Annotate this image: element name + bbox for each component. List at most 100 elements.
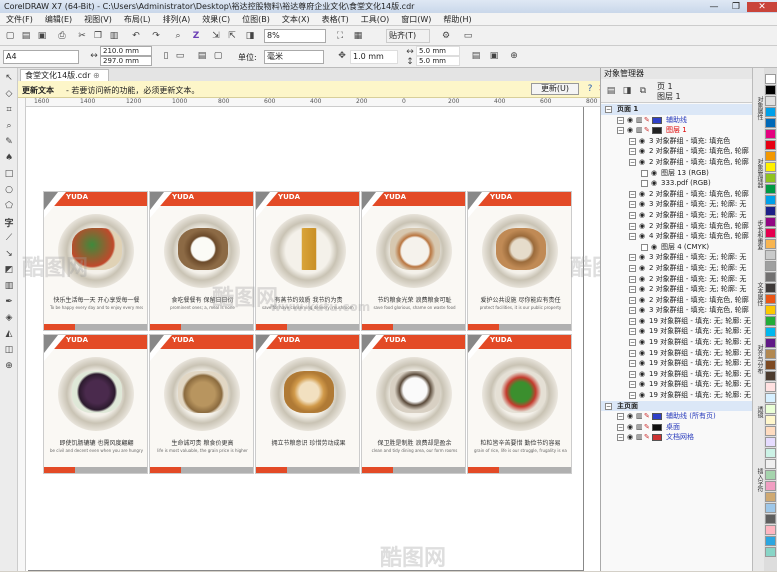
docker-tab[interactable]: 透镜 <box>754 406 764 418</box>
parallel-dimension-icon[interactable]: ⟋ <box>3 232 15 244</box>
expand-toggle-icon[interactable] <box>641 180 648 188</box>
palette-swatch[interactable] <box>765 283 776 293</box>
menu-item[interactable]: 文本(X) <box>276 14 316 25</box>
visibility-eye-icon[interactable]: ◉ <box>639 359 646 367</box>
expand-toggle-icon[interactable]: − <box>605 106 612 113</box>
print-icon[interactable]: ▥ <box>636 412 643 420</box>
zoom-tool-icon[interactable]: ⌕ <box>3 120 15 132</box>
tree-item[interactable]: − ◉ ▥ ✎ 桌面 <box>601 422 753 433</box>
menu-item[interactable]: 排列(A) <box>157 14 197 25</box>
palette-swatch[interactable] <box>765 162 776 172</box>
visibility-eye-icon[interactable]: ◉ <box>627 412 634 420</box>
expand-toggle-icon[interactable] <box>641 169 648 177</box>
menu-item[interactable]: 文件(F) <box>0 14 39 25</box>
add-tool-icon[interactable]: ⊕ <box>3 360 15 372</box>
tree-item[interactable]: − ◉ 3 对象群组 - 填充: 填充色 <box>601 136 753 147</box>
horizontal-ruler[interactable]: 1600 1400 1200 1000 800 600 400 200 0 200 400 600 80… <box>26 98 600 107</box>
expand-toggle-icon[interactable]: − <box>617 434 624 442</box>
tree-item[interactable]: − ◉ 19 对象群组 - 填充: 无; 轮廓: 无 <box>601 379 753 390</box>
palette-swatch[interactable] <box>765 437 776 447</box>
import-icon[interactable]: ⇲ <box>210 30 222 42</box>
expand-toggle-icon[interactable]: − <box>629 349 636 357</box>
palette-swatch[interactable] <box>765 536 776 546</box>
visibility-eye-icon[interactable]: ◉ <box>639 137 646 145</box>
palette-swatch[interactable] <box>765 96 776 106</box>
drawing-canvas[interactable]: YUDA 快乐生活每一天 开心享受每一餐 To be happy every day… <box>26 107 600 571</box>
tree-item[interactable]: − ◉ 19 对象群组 - 填充: 无; 轮廓: 无 <box>601 369 753 380</box>
export-icon[interactable]: ⇱ <box>226 30 238 42</box>
tree-page-node[interactable]: − 主页面 <box>601 400 753 412</box>
tree-item[interactable]: − ◉ 19 对象群组 - 填充: 无; 轮廓: 无 <box>601 337 753 348</box>
expand-toggle-icon[interactable]: − <box>605 402 612 410</box>
palette-swatch[interactable] <box>765 492 776 502</box>
visibility-eye-icon[interactable]: ◉ <box>639 306 646 314</box>
palette-swatch[interactable] <box>765 184 776 194</box>
palette-swatch[interactable] <box>765 393 776 403</box>
landscape-icon[interactable]: ▭ <box>174 50 186 62</box>
expand-toggle-icon[interactable]: − <box>629 370 636 378</box>
poster-card[interactable]: YUDA 保卫胜是制胜 浪费却是盈余 clean and tidy dining a… <box>361 334 466 474</box>
visibility-eye-icon[interactable]: ◉ <box>651 179 658 187</box>
eyedropper-icon[interactable]: ✒ <box>3 296 15 308</box>
visibility-eye-icon[interactable]: ◉ <box>639 200 646 208</box>
visibility-eye-icon[interactable]: ◉ <box>627 433 634 441</box>
portrait-icon[interactable]: ▯ <box>160 50 172 62</box>
docker-tab[interactable]: 插入字符 <box>754 468 764 492</box>
paste-icon[interactable]: ▥ <box>108 30 120 42</box>
palette-swatch[interactable] <box>765 371 776 381</box>
palette-swatch[interactable] <box>765 448 776 458</box>
palette-swatch[interactable] <box>765 261 776 271</box>
update-button[interactable]: 更新(U) <box>531 83 579 95</box>
redo-icon[interactable]: ↷ <box>150 30 162 42</box>
menu-item[interactable]: 帮助(H) <box>437 14 477 25</box>
lock-icon[interactable]: ✎ <box>644 116 651 124</box>
palette-swatch[interactable] <box>765 118 776 128</box>
palette-swatch[interactable] <box>765 173 776 183</box>
options-gear-icon[interactable]: ⚙ <box>440 30 452 42</box>
close-button[interactable]: ✕ <box>747 1 777 12</box>
expand-toggle-icon[interactable]: − <box>629 254 636 262</box>
poster-card[interactable]: YUDA 节约粮食光荣 浪费粮食可耻 save food glorious, sha… <box>361 191 466 331</box>
palette-swatch[interactable] <box>765 316 776 326</box>
expand-toggle-icon[interactable] <box>641 243 648 251</box>
interactive-fill-icon[interactable]: ◈ <box>3 312 15 324</box>
menu-item[interactable]: 表格(T) <box>316 14 355 25</box>
tree-item[interactable]: − ◉ 4 对象群组 - 填充: 填充色, 轮廓 <box>601 231 753 242</box>
expand-toggle-icon[interactable]: − <box>629 148 636 156</box>
visibility-eye-icon[interactable]: ◉ <box>627 126 634 134</box>
lock-icon[interactable]: ✎ <box>644 423 651 431</box>
tree-item[interactable]: − ◉ ▥ ✎ 文档网格 <box>601 432 753 443</box>
palette-swatch[interactable] <box>765 547 776 557</box>
fullscreen-icon[interactable]: ⛶ <box>334 30 346 42</box>
docker-tab[interactable]: 对齐与分布 <box>754 344 764 374</box>
expand-toggle-icon[interactable]: − <box>629 201 636 209</box>
menu-item[interactable]: 编辑(E) <box>39 14 78 25</box>
print-icon[interactable]: ▥ <box>636 126 643 134</box>
palette-swatch[interactable] <box>765 382 776 392</box>
visibility-eye-icon[interactable]: ◉ <box>627 116 634 124</box>
pick-tool-icon[interactable]: ↖ <box>3 72 15 84</box>
cut-icon[interactable]: ✂ <box>76 30 88 42</box>
expand-toggle-icon[interactable]: − <box>629 296 636 304</box>
tree-item[interactable]: − ◉ ▥ ✎ 辅助线 <box>601 115 753 126</box>
print-icon[interactable]: ▥ <box>636 423 643 431</box>
expand-toggle-icon[interactable]: − <box>629 286 636 294</box>
expand-toggle-icon[interactable]: − <box>629 264 636 272</box>
poster-card[interactable]: YUDA 拥立节粮意识 珍惜劳动成果 <box>255 334 360 474</box>
new-tab-icon[interactable]: ⊕ <box>93 71 100 80</box>
docker-tab[interactable]: 对象属性 <box>754 96 764 120</box>
tree-item[interactable]: − ◉ 2 对象群组 - 填充: 填充色, 轮廓 <box>601 189 753 200</box>
tree-item[interactable]: ◉ 333.pdf (RGB) <box>601 178 753 189</box>
palette-swatch[interactable] <box>765 294 776 304</box>
expand-toggle-icon[interactable]: − <box>617 413 624 421</box>
poster-card[interactable]: YUDA 生命诚可贵 粮食价更高 life is most valuable, th… <box>149 334 254 474</box>
undo-icon[interactable]: ↶ <box>130 30 142 42</box>
lock-icon[interactable]: ✎ <box>644 433 651 441</box>
palette-swatch[interactable] <box>765 349 776 359</box>
page-height-field[interactable]: 297.0 mm <box>100 56 152 66</box>
expand-toggle-icon[interactable]: − <box>629 392 636 400</box>
tree-item[interactable]: − ◉ 2 对象群组 - 填充: 填充色, 轮廓 <box>601 157 753 168</box>
visibility-eye-icon[interactable]: ◉ <box>651 169 658 177</box>
tree-item[interactable]: − ◉ ▥ ✎ 图层 1 <box>601 125 753 136</box>
tree-item[interactable]: − ◉ 19 对象群组 - 填充: 无; 轮廓: 无 <box>601 316 753 327</box>
